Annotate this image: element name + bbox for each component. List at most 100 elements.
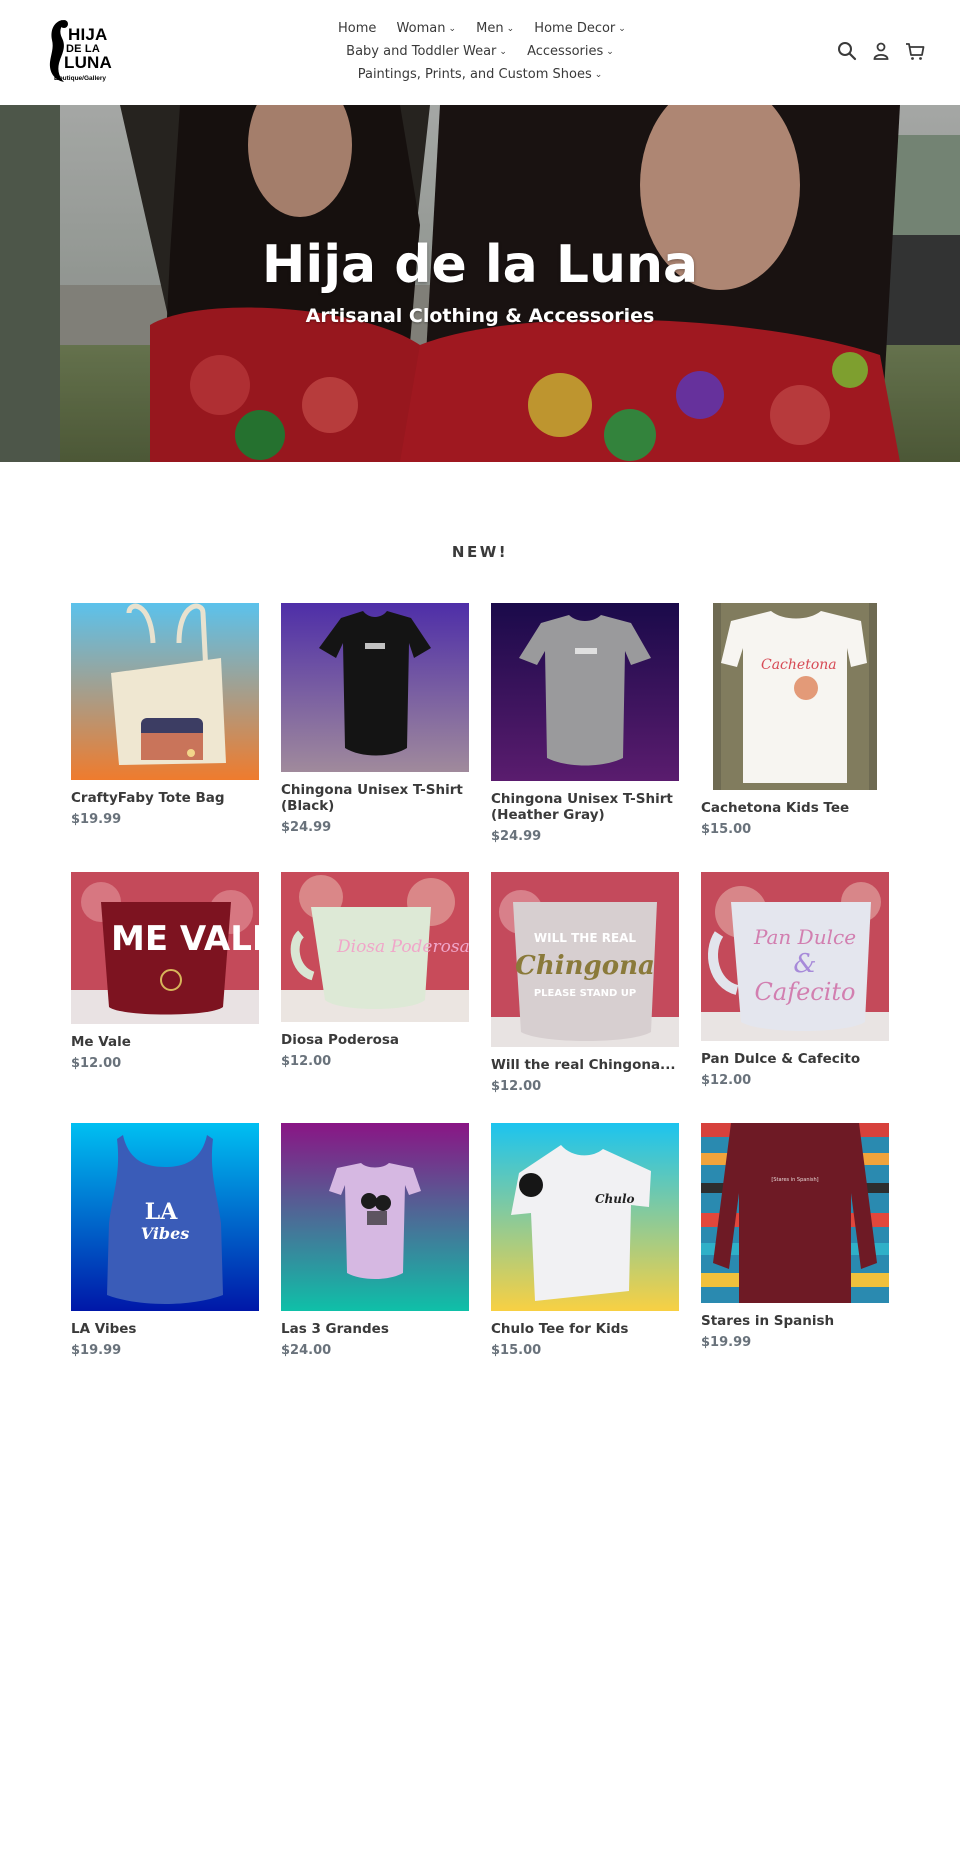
product-image[interactable]: [Stares in Spanish] [701,1123,889,1303]
image-text: ME VALE [111,919,259,959]
product-name[interactable]: Pan Dulce & Cafecito [701,1051,889,1067]
tote-bag-image [71,603,259,780]
section-title: NEW! [451,543,509,561]
chevron-down-icon: ⌄ [618,24,626,34]
product-card[interactable]: LA Vibes LA Vibes $19.99 [71,1123,259,1358]
product-image[interactable]: Chulo [491,1123,679,1311]
product-card[interactable]: Chingona Unisex T-Shirt (Black) $24.99 [281,603,469,835]
product-image[interactable]: WILL THE REAL Chingona PLEASE STAND UP [491,872,679,1047]
product-name[interactable]: Me Vale [71,1034,259,1050]
image-text: Chulo [595,1192,635,1206]
product-price: $15.00 [701,822,752,837]
chevron-down-icon: ⌄ [594,70,603,80]
product-image[interactable]: Cachetona [701,603,889,790]
product-card[interactable]: CraftyFaby Tote Bag $19.99 [71,603,259,827]
chevron-down-icon: ⌄ [606,47,614,57]
image-text: PLEASE STAND UP [534,988,636,999]
site-header: HIJA DE LA LUNA Boutique/Gallery Home Wo… [0,0,960,105]
image-text: LA [145,1199,178,1225]
nav-item-label: Paintings, Prints, and Custom Shoes [357,67,592,82]
image-text: Chingona [515,951,655,981]
black-tshirt-image [281,603,469,772]
header-icons [836,40,926,62]
product-name[interactable]: Las 3 Grandes [281,1321,469,1337]
las-3-grandes-tee-image [281,1123,469,1311]
chevron-down-icon: ⌄ [499,47,507,57]
image-text: Pan Dulce [753,925,856,949]
product-price: $12.00 [491,1079,542,1094]
cart-icon[interactable] [904,40,926,62]
product-card[interactable]: Las 3 Grandes $24.00 [281,1123,469,1358]
chingona-mug-image: WILL THE REAL Chingona PLEASE STAND UP [491,872,679,1047]
product-price: $12.00 [71,1056,122,1071]
product-name[interactable]: Diosa Poderosa [281,1032,469,1048]
product-name[interactable]: LA Vibes [71,1321,259,1337]
product-name[interactable]: Will the real Chingona... [491,1057,679,1073]
image-text: [Stares in Spanish] [771,1177,818,1183]
product-image[interactable]: LA Vibes [71,1123,259,1311]
chevron-down-icon: ⌄ [448,24,456,34]
chevron-down-icon: ⌄ [506,24,515,34]
la-vibes-tank-image: LA Vibes [71,1123,259,1311]
product-card[interactable]: Chingona Unisex T-Shirt (Heather Gray) $… [491,603,679,844]
nav-item-label: Men [476,21,504,36]
nav-item-home-decor[interactable]: Home Decor ⌄ [534,18,626,40]
gray-tshirt-image [491,603,679,781]
product-image[interactable]: Diosa Poderosa [281,872,469,1022]
product-card[interactable]: Pan Dulce & Cafecito Pan Dulce & Cafecit… [701,872,889,1088]
product-price: $19.99 [701,1335,752,1350]
pan-dulce-mug-image: Pan Dulce & Cafecito [701,872,889,1041]
nav-item-home[interactable]: Home [338,18,376,40]
logo-subtitle: Boutique/Gallery [54,75,107,82]
product-name[interactable]: CraftyFaby Tote Bag [71,790,259,806]
nav-row: Home Woman ⌄ Men ⌄ Home Decor ⌄ [330,18,630,41]
product-price: $12.00 [701,1073,752,1088]
product-name[interactable]: Chingona Unisex T-Shirt (Heather Gray) [491,791,679,823]
image-text: Cachetona [761,657,837,673]
product-card[interactable]: [Stares in Spanish] Stares in Spanish $1… [701,1123,889,1350]
logo-line-1: HIJA [68,25,108,44]
image-text: Vibes [141,1224,190,1243]
hero-title: Hija de la Luna [261,235,699,295]
product-image[interactable] [281,603,469,772]
product-image[interactable] [71,603,259,780]
main-navigation: Home Woman ⌄ Men ⌄ Home Decor ⌄ Baby and To… [330,18,630,87]
product-image[interactable] [491,603,679,781]
nav-item-label: Home [338,21,377,36]
nav-item-paintings[interactable]: Paintings, Prints, and Custom Shoes ⌄ [358,64,603,86]
product-price: $24.99 [281,820,332,835]
product-image[interactable]: Pan Dulce & Cafecito [701,872,889,1041]
product-card[interactable]: Cachetona Cachetona Kids Tee $15.00 [701,603,889,837]
image-text: WILL THE REAL [534,931,637,945]
logo-line-3: LUNA [64,53,113,72]
product-image[interactable] [281,1123,469,1311]
stares-in-spanish-sweatshirt-image: [Stares in Spanish] [701,1123,889,1303]
product-price: $12.00 [281,1054,332,1069]
product-name[interactable]: Cachetona Kids Tee [701,800,889,816]
logo-wordmark: HIJA DE LA LUNA [64,25,112,71]
product-image[interactable]: ME VALE [71,872,259,1024]
product-name[interactable]: Chingona Unisex T-Shirt (Black) [281,782,469,814]
kids-tee-image: Cachetona [701,603,889,790]
product-card[interactable]: WILL THE REAL Chingona PLEASE STAND UP W… [491,872,679,1094]
nav-item-label: Woman [396,21,446,36]
product-name[interactable]: Chulo Tee for Kids [491,1321,679,1337]
product-price: $19.99 [71,812,122,827]
search-icon[interactable] [836,40,858,62]
nav-item-baby-toddler[interactable]: Baby and Toddler Wear ⌄ [346,41,507,63]
nav-item-woman[interactable]: Woman ⌄ [397,18,456,40]
product-card[interactable]: ME VALE Me Vale $12.00 [71,872,259,1071]
store-logo[interactable]: HIJA DE LA LUNA Boutique/Gallery [46,18,112,86]
product-price: $24.99 [491,829,542,844]
nav-item-label: Baby and Toddler Wear [346,44,497,59]
account-icon[interactable] [870,40,892,62]
product-name[interactable]: Stares in Spanish [701,1313,889,1329]
product-card[interactable]: Chulo Chulo Tee for Kids $15.00 [491,1123,679,1358]
nav-item-men[interactable]: Men ⌄ [476,18,514,40]
product-card[interactable]: Diosa Poderosa Diosa Poderosa $12.00 [281,872,469,1069]
nav-item-accessories[interactable]: Accessories ⌄ [527,41,614,63]
nav-row: Baby and Toddler Wear ⌄ Accessories ⌄ [330,41,630,64]
hero-banner: Hija de la Luna Artisanal Clothing & Acc… [0,105,960,462]
image-text: Diosa Poderosa [336,937,469,957]
product-price: $24.00 [281,1343,332,1358]
